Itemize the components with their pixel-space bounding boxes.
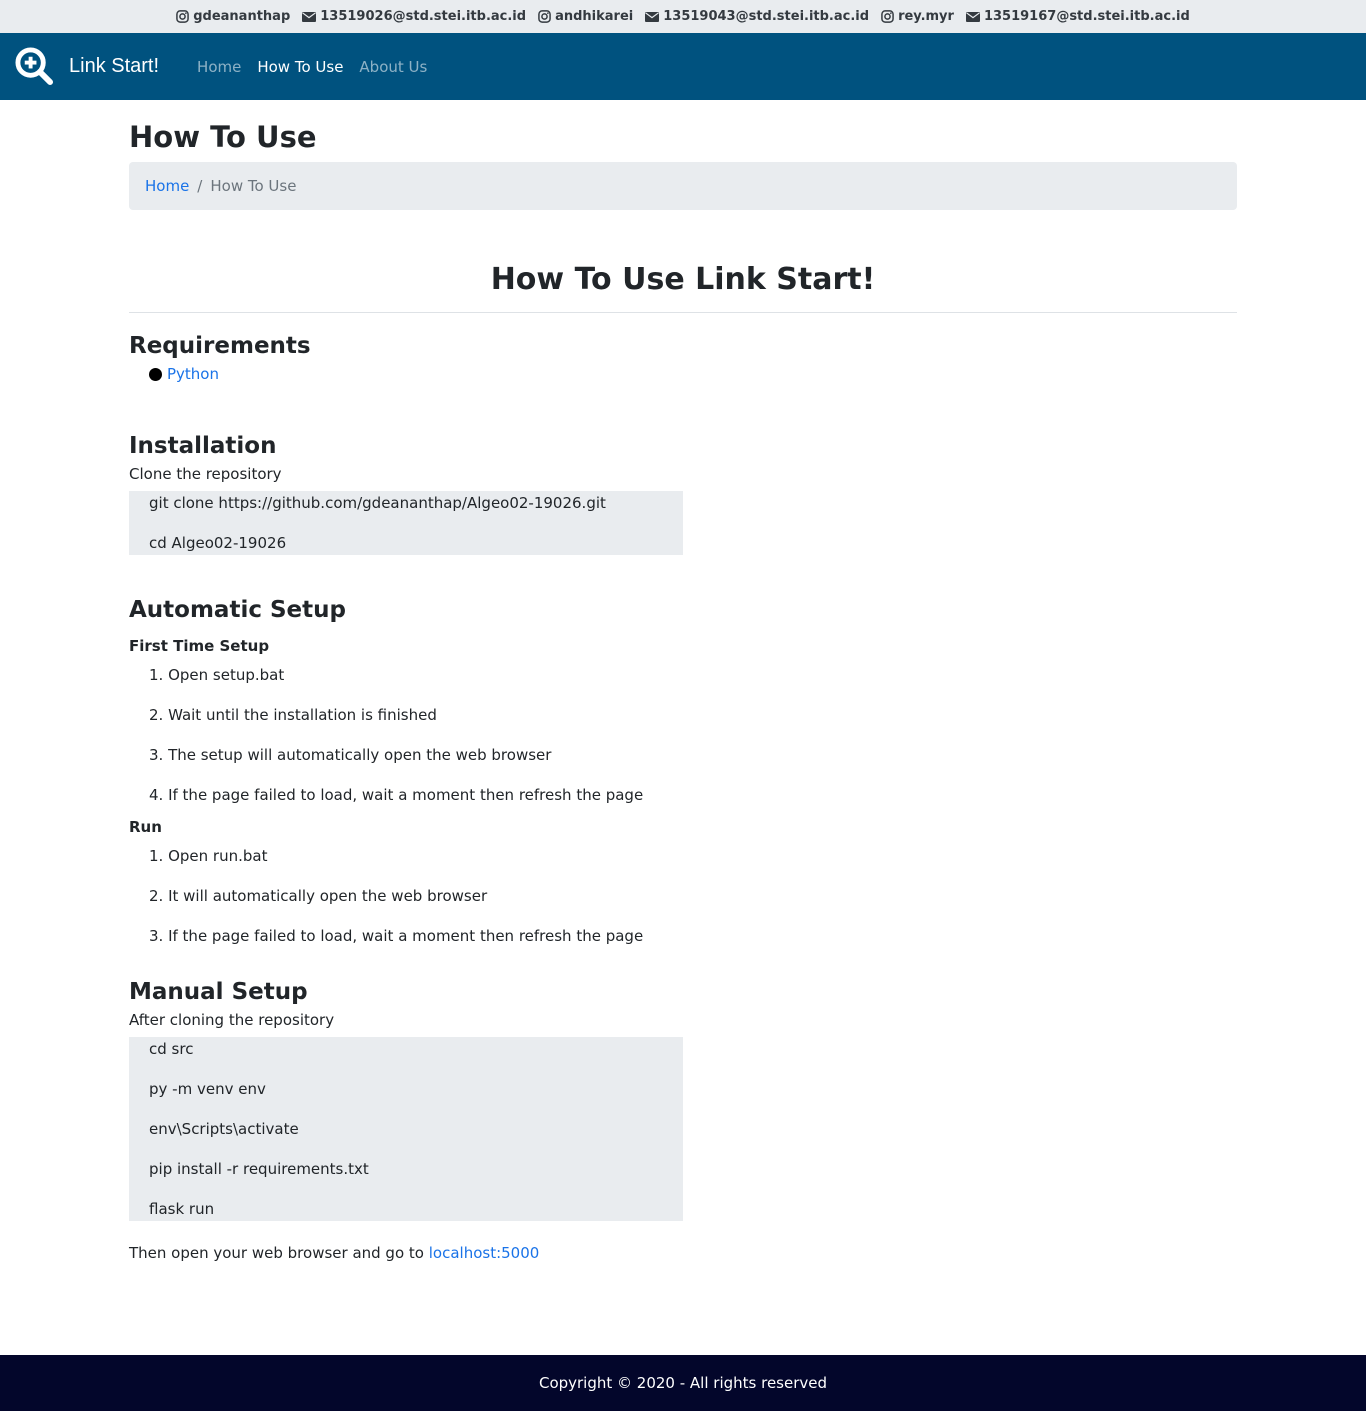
copyright-text: Copyright © 2020 - All rights reserved (538, 1374, 828, 1392)
contact-email-2[interactable]: 13519043@std.stei.itb.ac.id (645, 9, 869, 24)
contact-instagram-3[interactable]: rey.myr (881, 9, 954, 24)
run-heading: Run (129, 818, 162, 836)
manual-code-block: cd src py -m venv env env\Scripts\activa… (129, 1037, 683, 1221)
code-line: flask run (149, 1200, 215, 1218)
manual-setup-heading: Manual Setup (129, 979, 308, 1005)
nav-how-to-use[interactable]: How To Use (257, 58, 343, 76)
manual-outro: Then open your web browser and go to loc… (129, 1242, 1237, 1264)
code-line: env\Scripts\activate (149, 1120, 299, 1138)
contact-instagram-2[interactable]: andhikarei (538, 9, 633, 24)
envelope-icon (302, 11, 317, 22)
contact-email-3[interactable]: 13519167@std.stei.itb.ac.id (965, 9, 1190, 24)
contact-email-1[interactable]: 13519026@std.stei.itb.ac.id (302, 9, 526, 24)
contact-instagram-1[interactable]: gdeananthap (176, 9, 290, 24)
code-line: cd Algeo02-19026 (149, 534, 287, 552)
instagram-icon (538, 10, 551, 23)
navbar: Link Start! Home How To Use About Us (0, 33, 1366, 100)
envelope-icon (645, 11, 660, 22)
installation-intro: Clone the repository (129, 465, 282, 483)
instagram-icon (176, 10, 190, 23)
run-steps: 1. Open run.bat 2. It will automatically… (149, 845, 1237, 965)
code-line: pip install -r requirements.txt (149, 1160, 369, 1178)
divider (129, 312, 1237, 313)
first-time-steps: 1. Open setup.bat 2. Wait until the inst… (149, 664, 1237, 824)
bullet-dot (149, 367, 162, 381)
contact-label: rey.myr (898, 9, 954, 24)
installation-code-block: git clone https://github.com/gdeananthap… (129, 491, 683, 555)
contact-label: 13519167@std.stei.itb.ac.id (983, 9, 1190, 24)
main-content: How To Use Home / How To Use How To Use … (129, 120, 1237, 1264)
python-link[interactable]: Python (167, 365, 219, 383)
code-line: cd src (149, 1040, 194, 1058)
code-line: git clone https://github.com/gdeananthap… (149, 494, 606, 512)
contact-label: 13519043@std.stei.itb.ac.id (663, 9, 870, 24)
step-item: 3. The setup will automatically open the… (149, 746, 552, 764)
step-item: 2. It will automatically open the web br… (149, 887, 488, 905)
nav-home[interactable]: Home (197, 58, 241, 76)
page-title: How To Use (129, 120, 317, 154)
footer: Copyright © 2020 - All rights reserved (0, 1355, 1366, 1411)
automatic-setup-heading: Automatic Setup (129, 597, 346, 623)
requirement-item: Python (149, 363, 1237, 385)
step-item: 3. If the page failed to load, wait a mo… (149, 927, 644, 945)
main-heading: How To Use Link Start! (490, 262, 876, 297)
breadcrumb-current: How To Use (210, 177, 297, 195)
manual-intro: After cloning the repository (129, 1011, 335, 1029)
instagram-icon (881, 10, 894, 23)
requirements-heading: Requirements (129, 333, 311, 359)
zoom-in-icon (15, 47, 54, 86)
first-time-setup-heading: First Time Setup (129, 637, 270, 655)
contact-label: gdeananthap (193, 9, 291, 24)
outro-text: Then open your web browser and go to (129, 1244, 424, 1262)
step-item: 1. Open setup.bat (149, 666, 285, 684)
breadcrumb-separator: / (197, 177, 203, 195)
step-item: 1. Open run.bat (149, 847, 268, 865)
envelope-icon (965, 11, 980, 22)
contact-bar: gdeananthap 13519026@std.stei.itb.ac.id … (0, 0, 1366, 33)
step-item: 2. Wait until the installation is finish… (149, 706, 437, 724)
code-line: py -m venv env (149, 1080, 266, 1098)
contact-label: 13519026@std.stei.itb.ac.id (320, 9, 527, 24)
localhost-link[interactable]: localhost:5000 (429, 1244, 540, 1262)
brand[interactable]: Link Start! (15, 47, 159, 86)
contact-label: andhikarei (555, 9, 634, 24)
installation-heading: Installation (129, 433, 277, 459)
brand-name: Link Start! (69, 55, 160, 77)
breadcrumb: Home / How To Use (129, 162, 1237, 210)
nav-about-us[interactable]: About Us (359, 58, 427, 76)
breadcrumb-home[interactable]: Home (145, 177, 189, 195)
